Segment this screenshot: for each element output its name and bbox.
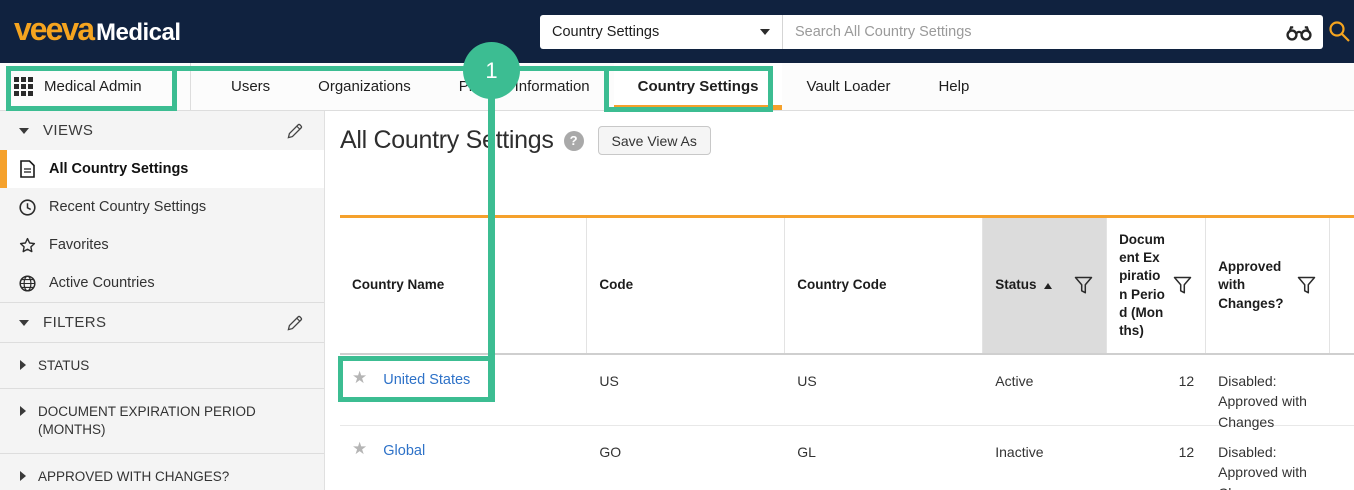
country-code-cell: US <box>797 373 817 389</box>
column-header-country-code[interactable]: Country Code <box>785 218 984 353</box>
edit-filters-pencil-icon[interactable] <box>286 314 304 332</box>
sidebar-item-active-countries[interactable]: Active Countries <box>0 264 324 302</box>
logo-brand-text: veeva <box>14 11 95 47</box>
status-cell: Active <box>995 373 1034 389</box>
app-name-label: Medical Admin <box>44 78 142 95</box>
search-icon[interactable] <box>1328 20 1351 48</box>
column-header-spacer <box>1330 218 1354 353</box>
left-sidebar: VIEWS All Country Settings Recent Countr… <box>0 111 325 490</box>
page-title-row: All Country Settings ? Save View As <box>340 126 711 155</box>
views-section-header: VIEWS <box>0 111 324 150</box>
tab-product-information[interactable]: Product Information <box>435 63 614 110</box>
sort-ascending-icon <box>1043 282 1052 289</box>
clock-icon <box>19 198 36 216</box>
search-input-zone <box>783 15 1323 49</box>
country-link[interactable]: United States <box>383 368 470 391</box>
app-chooser-medical-admin[interactable]: Medical Admin <box>0 63 191 110</box>
tab-vault-loader[interactable]: Vault Loader <box>782 63 914 110</box>
spacer-cell <box>1330 355 1354 425</box>
global-search-bar: Country Settings <box>540 15 1323 49</box>
table-header-row: Country Name Code Country Code Status Do… <box>340 218 1354 355</box>
save-view-as-button[interactable]: Save View As <box>597 126 711 155</box>
column-label: Approved with Changes? <box>1218 259 1284 311</box>
search-scope-dropdown[interactable]: Country Settings <box>540 15 783 49</box>
tab-help[interactable]: Help <box>914 63 993 110</box>
sidebar-item-all-country-settings[interactable]: All Country Settings <box>0 150 324 188</box>
country-name-cell: ★ Global <box>340 426 587 490</box>
code-cell: GO <box>599 444 622 460</box>
main-content: All Country Settings ? Save View As Coun… <box>326 111 1354 490</box>
primary-nav-bar: Medical Admin Users Organizations Produc… <box>0 63 1354 111</box>
logo-product-text: Medical <box>95 19 181 46</box>
sidebar-item-favorites[interactable]: Favorites <box>0 226 324 264</box>
document-expiration-cell: 12 <box>1178 373 1195 389</box>
nav-tabs: Users Organizations Product Information … <box>207 63 993 110</box>
filters-section: FILTERS STATUS DOCUMENT EXPIRATION PERIO… <box>0 302 324 490</box>
filters-section-header: FILTERS <box>0 303 324 342</box>
tab-organizations[interactable]: Organizations <box>294 63 435 110</box>
column-header-status[interactable]: Status <box>983 218 1108 353</box>
country-link[interactable]: Global <box>383 439 425 462</box>
status-cell: Inactive <box>995 444 1044 460</box>
top-bar: veeva Medical Country Settings <box>0 0 1354 63</box>
collapse-filters-icon[interactable] <box>19 319 29 326</box>
column-label: Code <box>599 277 634 293</box>
document-expiration-cell: 12 <box>1178 444 1195 460</box>
table-row-global: ★ Global GO GL Inactive 12 Disabled: App… <box>340 426 1354 490</box>
filters-header-label: FILTERS <box>43 314 107 331</box>
filter-status[interactable]: STATUS <box>0 342 324 388</box>
expand-icon <box>20 360 26 370</box>
country-name-cell: ★ United States <box>340 355 587 425</box>
column-header-country-name[interactable]: Country Name <box>340 218 588 353</box>
filter-funnel-icon[interactable] <box>1172 275 1193 296</box>
search-input[interactable] <box>795 24 1285 40</box>
country-code-cell: GL <box>797 444 816 460</box>
approved-with-changes-cell: Disabled: Approved with Changes <box>1218 373 1307 430</box>
filter-approved-with-changes[interactable]: APPROVED WITH CHANGES? <box>0 452 324 490</box>
search-scope-value: Country Settings <box>552 24 660 40</box>
filter-funnel-icon[interactable] <box>1073 275 1094 296</box>
filter-funnel-icon[interactable] <box>1296 275 1317 296</box>
filter-label: STATUS <box>38 358 90 373</box>
table-row-united-states: ★ United States US US Active 12 Disabled… <box>340 355 1354 430</box>
country-settings-table: Country Name Code Country Code Status Do… <box>340 215 1354 490</box>
filter-document-expiration-period[interactable]: DOCUMENT EXPIRATION PERIOD (MONTHS) <box>0 388 324 452</box>
favorite-star-icon[interactable]: ★ <box>352 368 367 388</box>
expand-icon <box>20 406 26 417</box>
sidebar-item-recent-country-settings[interactable]: Recent Country Settings <box>0 188 324 226</box>
globe-icon <box>19 274 36 292</box>
filter-label: APPROVED WITH CHANGES? <box>38 468 230 484</box>
sidebar-item-label: Active Countries <box>49 275 155 291</box>
tab-country-settings[interactable]: Country Settings <box>613 63 783 110</box>
views-header-label: VIEWS <box>43 122 94 139</box>
binoculars-advanced-search-icon[interactable] <box>1285 24 1313 41</box>
approved-with-changes-cell: Disabled: Approved with Changes <box>1218 444 1307 490</box>
sidebar-item-label: All Country Settings <box>49 161 189 177</box>
expand-icon <box>20 470 26 481</box>
column-header-code[interactable]: Code <box>587 218 786 353</box>
column-header-approved-with-changes[interactable]: Approved with Changes? <box>1206 218 1331 353</box>
document-icon <box>19 160 36 178</box>
column-header-document-expiration-period[interactable]: Document Expiration Period (Months) <box>1107 218 1207 353</box>
column-label: Document Expiration Period (Months) <box>1119 231 1165 338</box>
help-icon[interactable]: ? <box>563 130 584 151</box>
column-label: Country Code <box>797 277 887 293</box>
spacer-cell <box>1330 426 1354 490</box>
sidebar-item-label: Recent Country Settings <box>49 199 207 215</box>
column-label: Country Name <box>352 277 445 293</box>
sidebar-item-label: Favorites <box>49 237 109 253</box>
veeva-medical-logo[interactable]: veeva Medical <box>14 13 181 47</box>
app-grid-icon <box>14 77 33 96</box>
star-icon <box>19 237 36 254</box>
chevron-down-icon <box>760 29 770 35</box>
favorite-star-icon[interactable]: ★ <box>352 439 367 459</box>
page-title: All Country Settings <box>340 126 554 154</box>
code-cell: US <box>599 373 619 389</box>
edit-views-pencil-icon[interactable] <box>286 122 304 140</box>
column-label: Status <box>995 277 1037 293</box>
collapse-views-icon[interactable] <box>19 127 29 134</box>
tab-users[interactable]: Users <box>207 63 294 110</box>
filter-label: DOCUMENT EXPIRATION PERIOD (MONTHS) <box>38 404 256 438</box>
